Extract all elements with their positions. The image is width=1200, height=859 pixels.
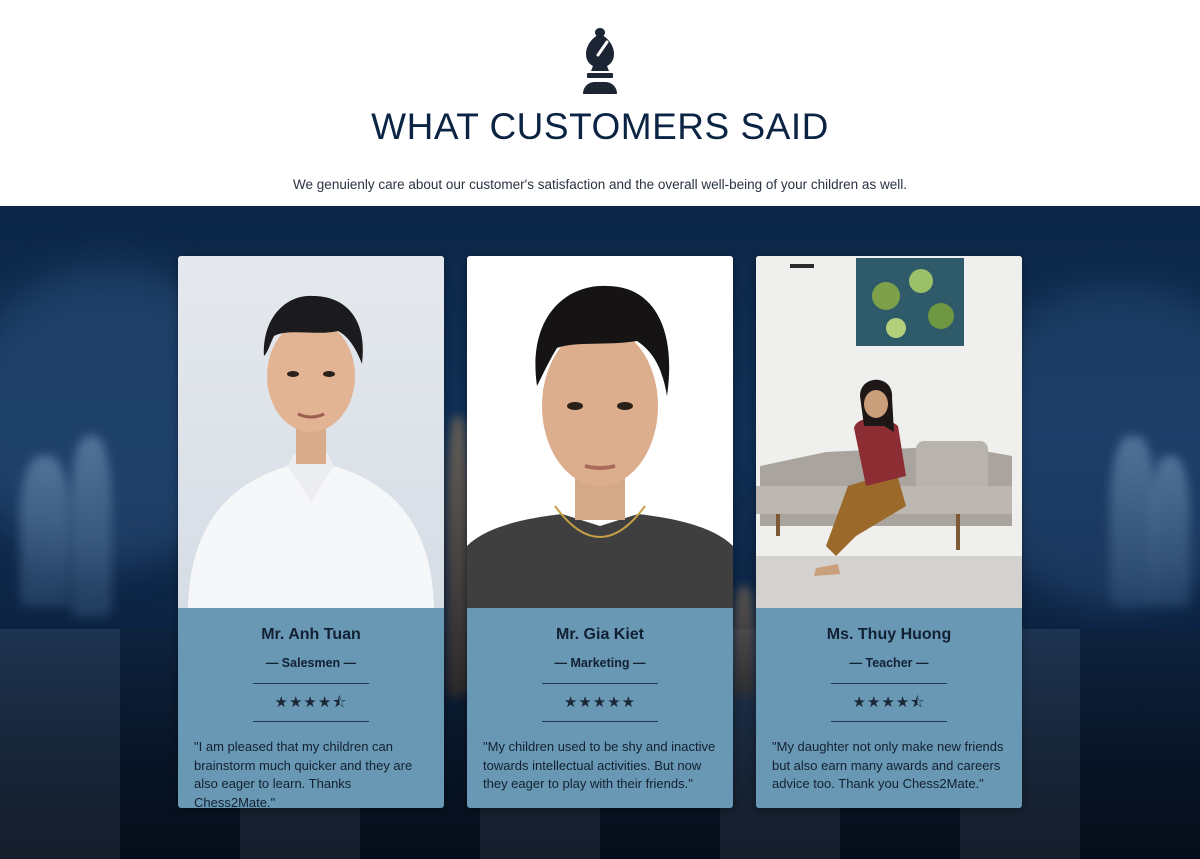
customer-role: — Marketing —	[554, 656, 646, 670]
chess-piece-background	[733, 586, 755, 696]
chess-piece-background	[70, 436, 112, 616]
customer-role: — Salesmen —	[265, 656, 357, 670]
testimonial-card: Ms. Thuy Huong — Teacher — ★★★★⯪ "My dau…	[756, 256, 1022, 808]
customer-name: Mr. Gia Kiet	[555, 626, 645, 643]
star-rating: ★★★★⯪	[274, 694, 348, 711]
divider	[831, 721, 947, 722]
chess-piece-background	[1150, 456, 1190, 606]
page-subtitle: We genuienly care about our customer's s…	[293, 177, 907, 192]
testimonial-quote: "I am pleased that my children can brain…	[194, 739, 413, 808]
customer-name: Ms. Thuy Huong	[826, 626, 952, 643]
testimonial-quote: "My children used to be shy and inactive…	[483, 739, 716, 791]
customer-photo	[467, 256, 733, 608]
chess-bishop-icon	[583, 28, 617, 94]
testimonials-header: WHAT CUSTOMERS SAID We genuienly care ab…	[0, 0, 1200, 206]
star-rating: ★★★★★	[563, 694, 637, 711]
testimonial-quote: "My daughter not only make new friends b…	[772, 739, 1004, 791]
customer-photo	[756, 256, 1022, 608]
customer-photo	[178, 256, 444, 608]
testimonials-section: Mr. Anh Tuan — Salesmen — ★★★★⯪ "I am pl…	[0, 206, 1200, 859]
divider	[253, 721, 369, 722]
divider	[542, 721, 658, 722]
customer-role: — Teacher —	[849, 656, 929, 670]
testimonial-card: Mr. Gia Kiet — Marketing — ★★★★★ "My chi…	[467, 256, 733, 808]
customer-name: Mr. Anh Tuan	[261, 626, 361, 643]
star-rating: ★★★★⯪	[852, 694, 926, 711]
chess-piece-background	[20, 456, 70, 606]
page-title: WHAT CUSTOMERS SAID	[371, 106, 829, 147]
testimonial-card: Mr. Anh Tuan — Salesmen — ★★★★⯪ "I am pl…	[178, 256, 444, 808]
